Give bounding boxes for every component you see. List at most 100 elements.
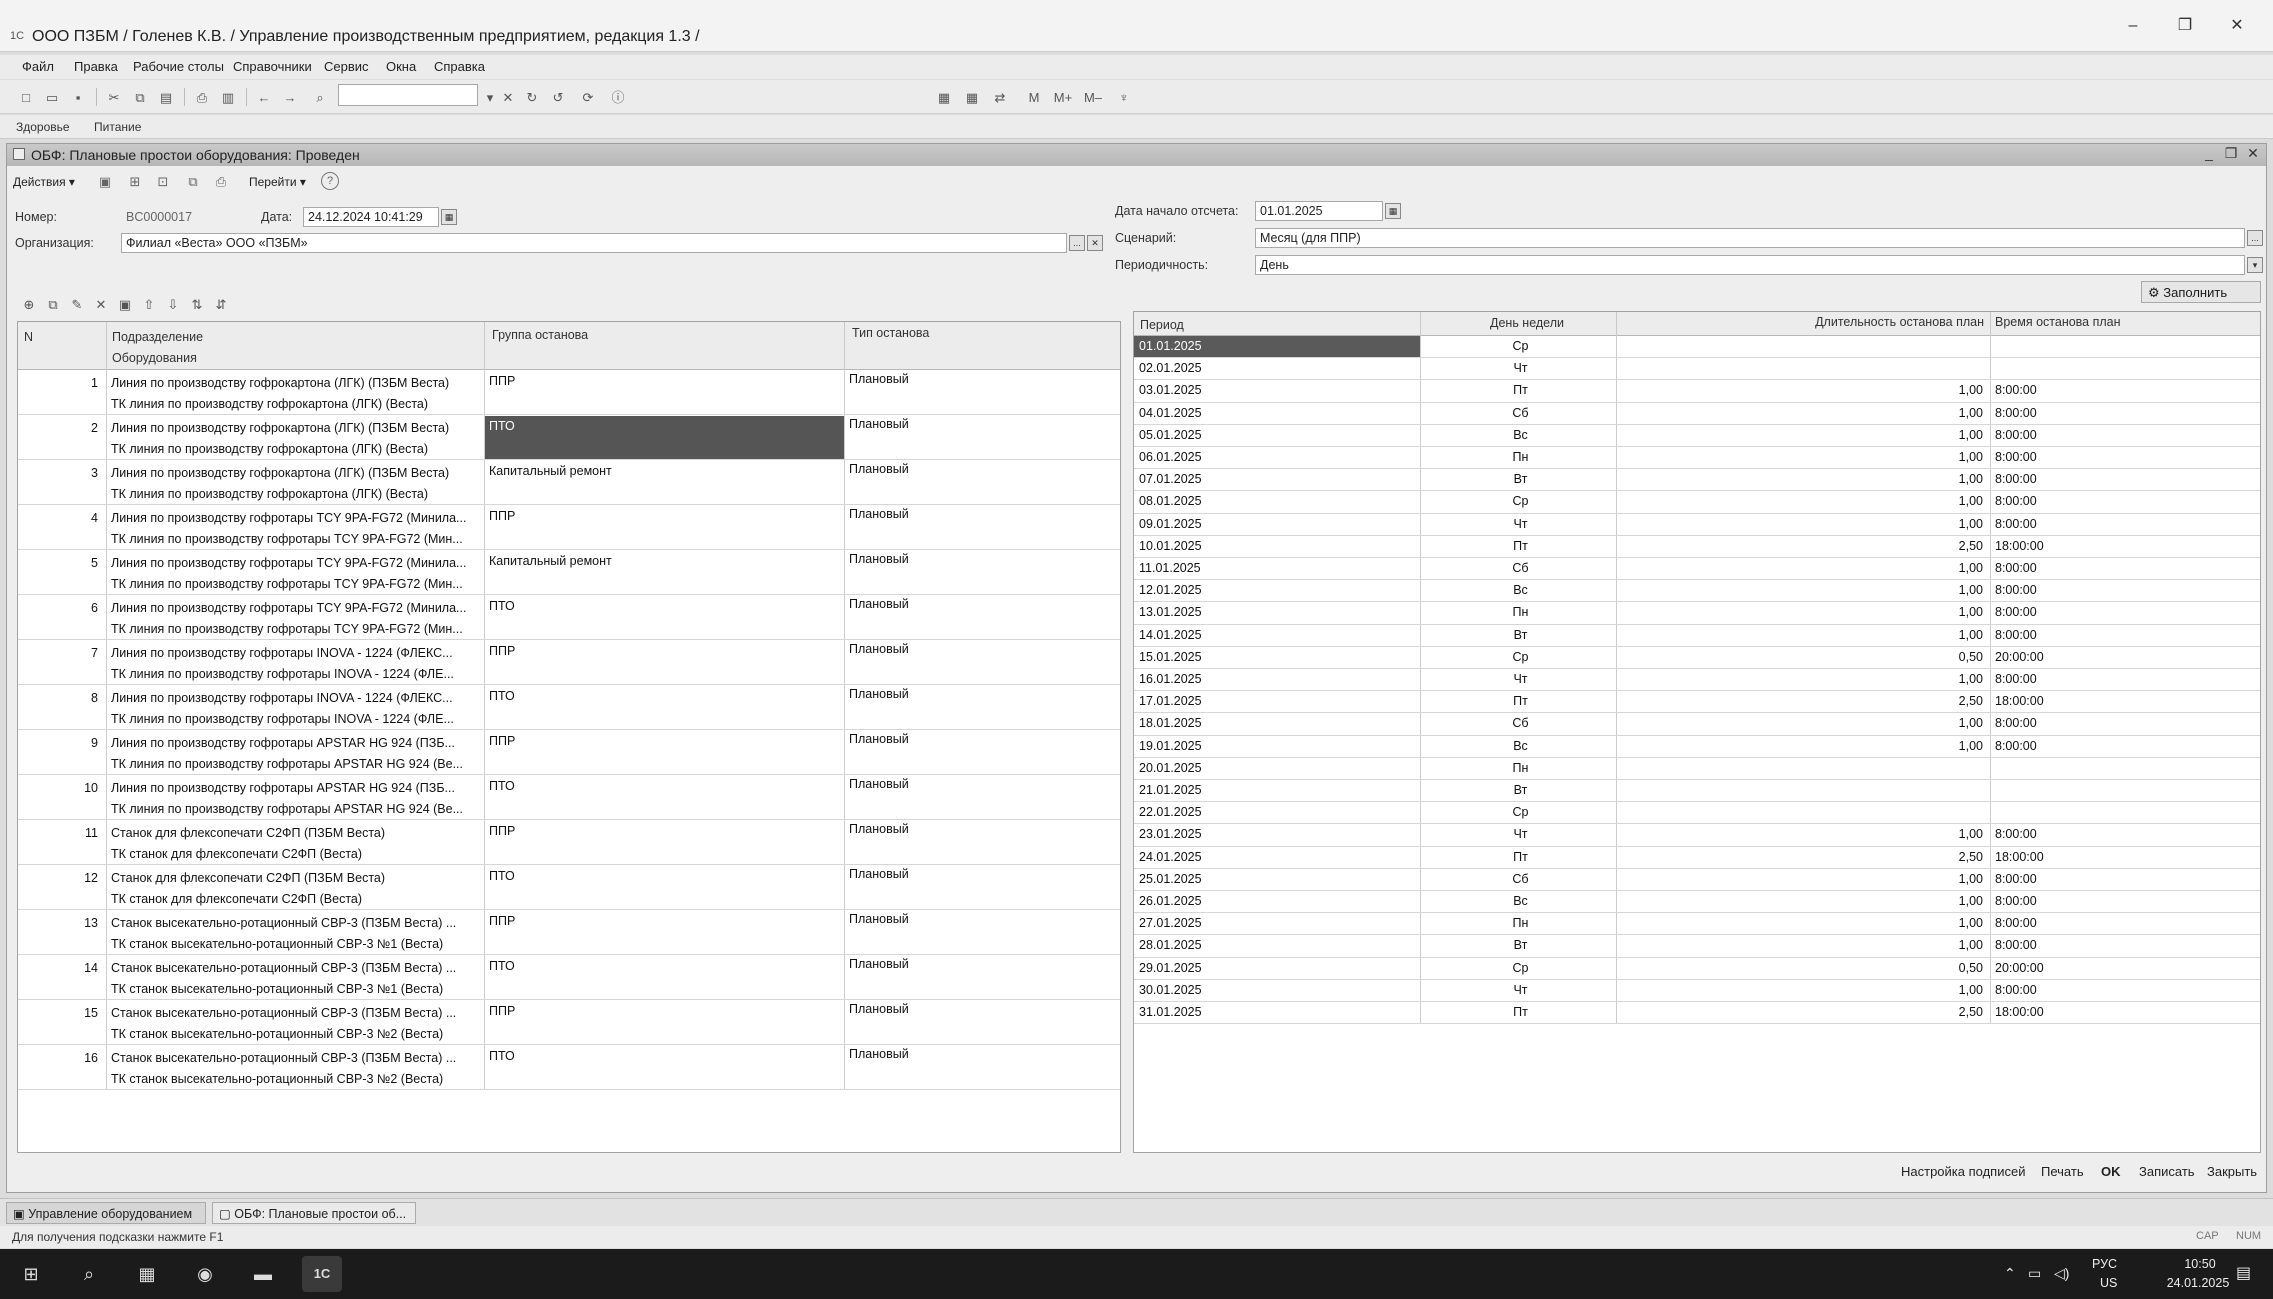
type-cell[interactable]: Плановый (845, 732, 1120, 746)
organization-clear-button[interactable]: ✕ (1087, 235, 1103, 251)
search-taskbar-icon[interactable]: ⌕ (74, 1260, 104, 1288)
actions-menu[interactable]: Действия ▾ (13, 175, 75, 189)
language-top[interactable]: РУС (2092, 1257, 2117, 1271)
period-cell[interactable]: 13.01.2025 (1135, 605, 1419, 619)
row-number[interactable]: 16 (18, 1051, 104, 1065)
clock-time[interactable]: 10:50 (2170, 1257, 2230, 1271)
delete-row-icon[interactable]: ✕ (91, 294, 111, 314)
time-cell[interactable]: 18:00:00 (1991, 694, 2191, 708)
division-cell[interactable]: Станок для флексопечати С2ФП (ПЗБМ Веста… (107, 826, 483, 840)
type-cell[interactable]: Плановый (845, 597, 1120, 611)
search-dropdown-icon[interactable]: ▾ (480, 87, 500, 107)
duration-cell[interactable]: 1,00 (1617, 739, 1989, 753)
group-cell[interactable]: ПТО (485, 1049, 843, 1063)
period-cell[interactable]: 22.01.2025 (1135, 805, 1419, 819)
division-cell[interactable]: Станок высекательно-ротационный СВР-3 (П… (107, 961, 483, 975)
signatures-button[interactable]: Настройка подписей (1901, 1164, 2025, 1179)
duration-cell[interactable]: 1,00 (1617, 672, 1989, 686)
time-cell[interactable]: 8:00:00 (1991, 716, 2191, 730)
group-cell[interactable]: Капитальный ремонт (485, 464, 843, 478)
search-clear-icon[interactable]: ✕ (498, 87, 518, 107)
time-cell[interactable]: 8:00:00 (1991, 894, 2191, 908)
duration-cell[interactable]: 1,00 (1617, 428, 1989, 442)
forward-icon[interactable]: → (280, 87, 300, 107)
find-prev-icon[interactable]: ↺ (548, 87, 568, 107)
table-row[interactable]: 16.01.2025 Чт 1,00 8:00:00 (1134, 669, 2260, 692)
period-cell[interactable]: 28.01.2025 (1135, 938, 1419, 952)
weekday-cell[interactable]: Ср (1421, 339, 1616, 353)
duration-cell[interactable]: 1,00 (1617, 716, 1989, 730)
table-row[interactable]: 10.01.2025 Пт 2,50 18:00:00 (1134, 535, 2260, 558)
scenario-select-button[interactable]: ... (2247, 230, 2263, 246)
division-cell[interactable]: Линия по производству гофротары APSTAR H… (107, 736, 483, 750)
table-row[interactable]: 06.01.2025 Пн 1,00 8:00:00 (1134, 447, 2260, 470)
table-row[interactable]: 28.01.2025 Вт 1,00 8:00:00 (1134, 935, 2260, 958)
group-cell[interactable]: ППР (485, 644, 843, 658)
memory-m-button[interactable]: M (1024, 87, 1044, 107)
period-cell[interactable]: 23.01.2025 (1135, 827, 1419, 841)
weekday-cell[interactable]: Пт (1421, 383, 1616, 397)
time-cell[interactable]: 8:00:00 (1991, 672, 2191, 686)
table-row[interactable]: 31.01.2025 Пт 2,50 18:00:00 (1134, 1002, 2260, 1025)
period-cell[interactable]: 17.01.2025 (1135, 694, 1419, 708)
preview-icon[interactable]: ▥ (218, 87, 238, 107)
col-period-header[interactable]: Период (1136, 316, 1188, 334)
restore-button[interactable]: ❐ (2162, 14, 2208, 38)
time-cell[interactable]: 8:00:00 (1991, 428, 2191, 442)
duration-cell[interactable]: 1,00 (1617, 983, 1989, 997)
weekday-cell[interactable]: Вт (1421, 938, 1616, 952)
table-row[interactable]: 5 Линия по производству гофротары TCY 9PA… (18, 550, 1120, 595)
table-row[interactable]: 8 Линия по производству гофротары INOVA -… (18, 685, 1120, 730)
weekday-cell[interactable]: Вт (1421, 783, 1616, 797)
duration-cell[interactable]: 1,00 (1617, 628, 1989, 642)
menu-desktops[interactable]: Рабочие столы (133, 59, 224, 74)
row-number[interactable]: 7 (18, 646, 104, 660)
table-row[interactable]: 1 Линия по производству гофрокартона (ЛГК… (18, 370, 1120, 415)
date-calendar-icon[interactable]: ▦ (441, 209, 457, 225)
movements-icon[interactable]: ⊡ (153, 172, 173, 192)
table-row[interactable]: 4 Линия по производству гофротары TCY 9PA… (18, 505, 1120, 550)
weekday-cell[interactable]: Сб (1421, 872, 1616, 886)
time-cell[interactable]: 20:00:00 (1991, 961, 2191, 975)
table-row[interactable]: 11.01.2025 Сб 1,00 8:00:00 (1134, 558, 2260, 581)
division-cell[interactable]: Станок высекательно-ротационный СВР-3 (П… (107, 1051, 483, 1065)
row-number[interactable]: 12 (18, 871, 104, 885)
period-cell[interactable]: 14.01.2025 (1135, 628, 1419, 642)
table-row[interactable]: 12 Станок для флексопечати С2ФП (ПЗБМ Вес… (18, 865, 1120, 910)
menu-edit[interactable]: Правка (74, 59, 118, 74)
table-row[interactable]: 10 Линия по производству гофротары APSTAR… (18, 775, 1120, 820)
start-date-field[interactable]: 01.01.2025 (1255, 201, 1383, 221)
division-cell[interactable]: Линия по производству гофротары TCY 9PA-… (107, 556, 483, 570)
table-row[interactable]: 15.01.2025 Ср 0,50 20:00:00 (1134, 646, 2260, 669)
table-row[interactable]: 20.01.2025 Пн (1134, 757, 2260, 780)
type-cell[interactable]: Плановый (845, 372, 1120, 386)
weekday-cell[interactable]: Пн (1421, 916, 1616, 930)
weekday-cell[interactable]: Вт (1421, 472, 1616, 486)
weekday-cell[interactable]: Пн (1421, 761, 1616, 775)
group-cell[interactable]: ПТО (485, 419, 843, 433)
tab-equipment-management[interactable]: ▣ Управление оборудованием (6, 1202, 206, 1224)
type-cell[interactable]: Плановый (845, 1002, 1120, 1016)
goto-menu[interactable]: Перейти ▾ (249, 175, 306, 189)
volume-icon[interactable]: ◁) (2054, 1265, 2069, 1282)
group-cell[interactable]: ППР (485, 1004, 843, 1018)
equipment-cell[interactable]: ТК станок высекательно-ротационный СВР-3… (107, 937, 483, 951)
group-cell[interactable]: ПТО (485, 779, 843, 793)
time-cell[interactable]: 8:00:00 (1991, 583, 2191, 597)
end-edit-icon[interactable]: ▣ (115, 294, 135, 314)
table-row[interactable]: 7 Линия по производству гофротары INOVA -… (18, 640, 1120, 685)
duration-cell[interactable]: 1,00 (1617, 561, 1989, 575)
weekday-cell[interactable]: Ср (1421, 650, 1616, 664)
division-cell[interactable]: Станок для флексопечати С2ФП (ПЗБМ Веста… (107, 871, 483, 885)
open-icon[interactable]: ▭ (42, 87, 62, 107)
weekday-cell[interactable]: Вс (1421, 739, 1616, 753)
time-cell[interactable]: 8:00:00 (1991, 383, 2191, 397)
division-cell[interactable]: Линия по производству гофрокартона (ЛГК)… (107, 421, 483, 435)
type-cell[interactable]: Плановый (845, 1047, 1120, 1061)
duration-cell[interactable]: 1,00 (1617, 583, 1989, 597)
close-document-button[interactable]: Закрыть (2207, 1164, 2257, 1179)
table-row[interactable]: 18.01.2025 Сб 1,00 8:00:00 (1134, 713, 2260, 736)
tab-downtime-document[interactable]: ▢ ОБФ: Плановые простои об... (212, 1202, 416, 1224)
periodicity-field[interactable]: День (1255, 255, 2245, 275)
panel-health[interactable]: Здоровье (16, 120, 70, 134)
